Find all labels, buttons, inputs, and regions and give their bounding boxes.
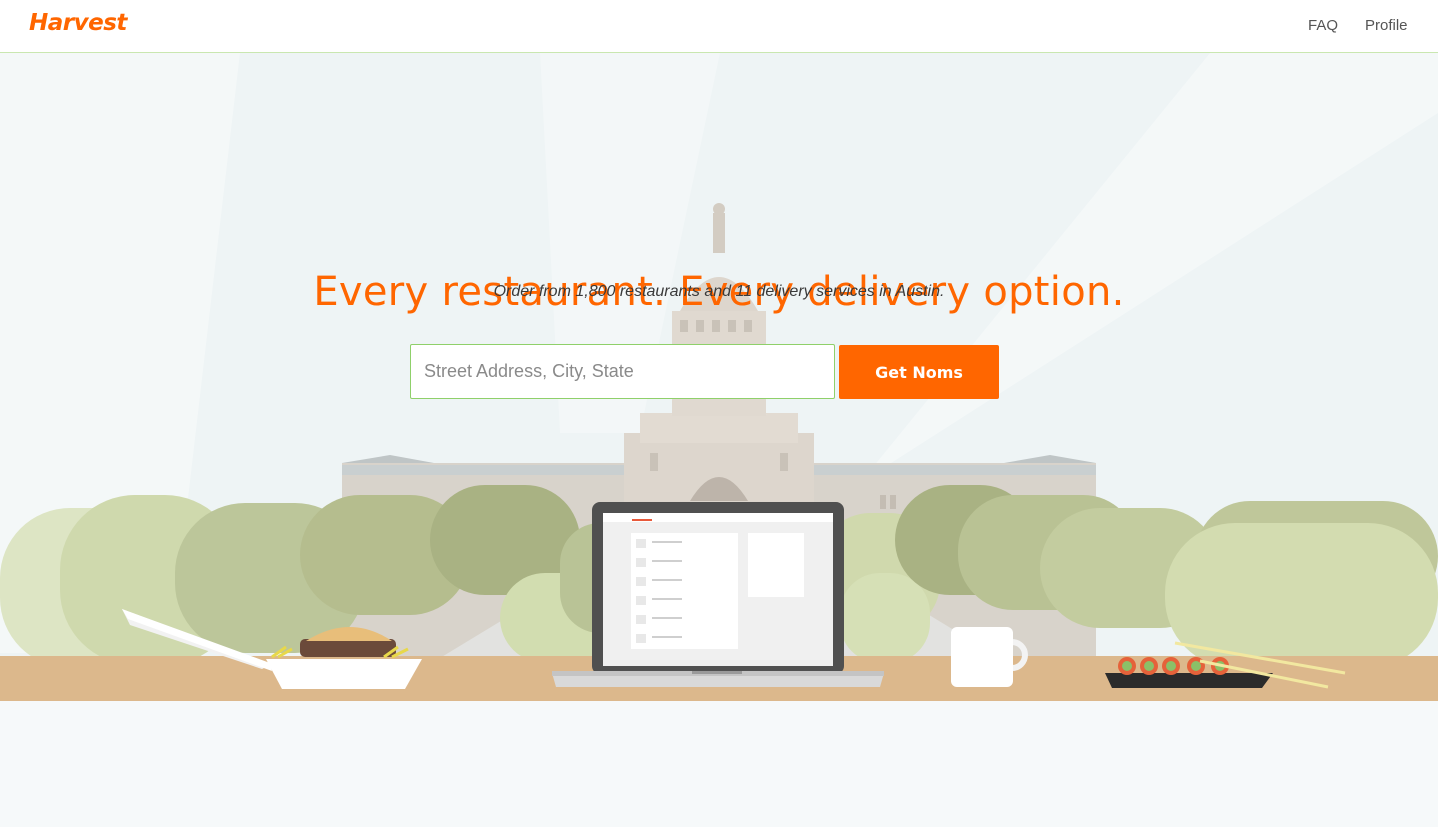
hero-subline: Order from 1,800 restaurants and 11 deli… [493, 283, 945, 300]
address-input[interactable] [410, 344, 835, 399]
nav-link-profile[interactable]: Profile [1365, 17, 1408, 34]
top-navbar: Harvest FAQ Profile [0, 0, 1438, 53]
harvest-logo[interactable]: Harvest [29, 10, 127, 36]
laptop [552, 502, 884, 687]
get-noms-button[interactable]: Get Noms [839, 345, 999, 399]
nav-link-faq[interactable]: FAQ [1308, 17, 1338, 34]
